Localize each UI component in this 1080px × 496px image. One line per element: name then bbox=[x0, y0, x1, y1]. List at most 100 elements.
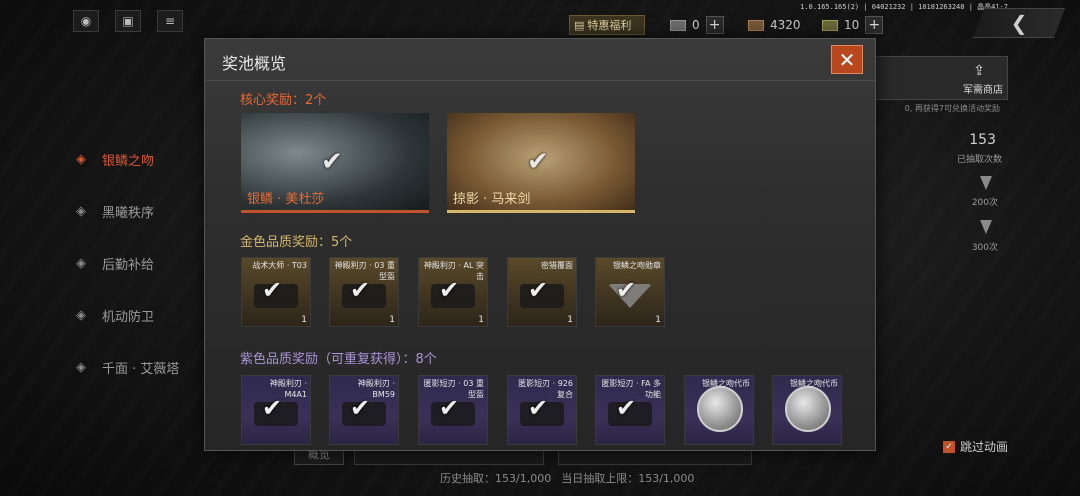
currency-2: 4320 bbox=[748, 16, 801, 34]
draw-stats: 历史抽取：153/1,000 当日抽取上限：153/1,000 bbox=[440, 470, 694, 486]
draw-count: 153 bbox=[969, 132, 996, 148]
milestone-marker-icon bbox=[980, 220, 992, 234]
checkbox-icon: ✓ bbox=[942, 440, 955, 453]
diamond-icon: ◈ bbox=[76, 359, 86, 375]
shop-button[interactable]: ⇪ 军需商店 bbox=[874, 56, 1008, 100]
modal-title: 奖池概览 bbox=[222, 54, 287, 73]
add-currency-3-button[interactable]: + bbox=[865, 16, 884, 34]
core-reward-card[interactable]: ✔ 银鳞 · 美杜莎 bbox=[241, 113, 429, 213]
coin-icon bbox=[748, 19, 764, 31]
token-coin-icon bbox=[785, 386, 831, 432]
share-icon: ⇪ bbox=[973, 63, 985, 79]
diamond-icon: ◈ bbox=[76, 151, 86, 167]
gold-reward-tile[interactable]: 银鳞之吻勋章 ✔ 1 bbox=[595, 257, 665, 327]
ticket-icon bbox=[670, 19, 686, 31]
core-reward-label: 银鳞 · 美杜莎 bbox=[247, 192, 325, 207]
purple-reward-tile[interactable]: 匿影短刃 · 926 复合 ✔ bbox=[507, 375, 577, 445]
item-count: 1 bbox=[301, 315, 307, 325]
game-screen: ◉ ▣ ≡ 1.0.165.165(2) | 04021232 | 101812… bbox=[0, 0, 1080, 496]
core-reward-card[interactable]: ✔ 掠影 · 马来剑 bbox=[447, 113, 635, 213]
currency-1: 0 + bbox=[670, 16, 724, 34]
menu-item-mobile-defense[interactable]: ◈ 机动防卫 bbox=[70, 289, 220, 341]
purple-reward-tile[interactable]: 银鳞之吻代币 bbox=[772, 375, 842, 445]
promo-label: 特惠福利 bbox=[587, 19, 632, 32]
menu-item-black-dawn[interactable]: ◈ 黑曦秩序 bbox=[70, 185, 220, 237]
draw-count-label: 已抽取次数 bbox=[956, 155, 1002, 165]
promo-button[interactable]: ▤ 特惠福利 bbox=[569, 15, 645, 35]
skip-animation-toggle[interactable]: ✓ 跳过动画 bbox=[942, 438, 1008, 455]
menu-item-evita[interactable]: ◈ 千面 · 艾薇塔 bbox=[70, 341, 220, 393]
check-icon: ✔ bbox=[262, 276, 283, 304]
item-count: 1 bbox=[478, 315, 484, 325]
gift-icon: ▤ bbox=[574, 18, 585, 32]
camera-icon[interactable]: ▣ bbox=[115, 10, 141, 32]
token-icon bbox=[822, 19, 838, 31]
history-draws: 历史抽取：153/1,000 bbox=[440, 472, 552, 485]
check-icon: ✔ bbox=[616, 276, 637, 304]
diamond-icon: ◈ bbox=[76, 203, 86, 219]
add-currency-1-button[interactable]: + bbox=[705, 16, 724, 34]
close-button[interactable]: ✕ bbox=[831, 45, 863, 74]
diamond-icon: ◈ bbox=[76, 255, 86, 271]
item-count: 1 bbox=[655, 315, 661, 325]
gold-section-title: 金色品质奖励：5个 bbox=[240, 235, 353, 250]
exchange-note: 0, 再获得7可兑换活动奖励 bbox=[904, 104, 1000, 113]
purple-reward-tile[interactable]: 神殿利刃 · M4A1 ✔ bbox=[241, 375, 311, 445]
purple-section-title: 紫色品质奖励（可重复获得）：8个 bbox=[240, 352, 437, 367]
item-count: 1 bbox=[567, 315, 573, 325]
check-icon: ✔ bbox=[527, 147, 549, 177]
currency-2-value: 4320 bbox=[770, 18, 801, 32]
menu-item-logistics[interactable]: ◈ 后勤补给 bbox=[70, 237, 220, 289]
gold-reward-tile[interactable]: 神殿利刃 · 03 重型盔 ✔ 1 bbox=[329, 257, 399, 327]
currency-3-value: 10 bbox=[844, 18, 860, 32]
currency-3: 10 + bbox=[822, 16, 884, 34]
milestone-300: 300次 bbox=[971, 243, 998, 253]
shop-label: 军需商店 bbox=[963, 85, 1003, 96]
core-reward-label: 掠影 · 马来剑 bbox=[453, 192, 531, 207]
prize-pool-modal: 奖池概览 ✕ 核心奖励：2个 ✔ 银鳞 · 美杜莎 ✔ 掠影 · 马来剑 金色品… bbox=[204, 38, 876, 451]
gold-reward-tile[interactable]: 神殿利刃 · AL 突击 ✔ 1 bbox=[418, 257, 488, 327]
check-icon: ✔ bbox=[350, 276, 371, 304]
menu-item-label: 黑曦秩序 bbox=[102, 205, 155, 221]
purple-reward-tile[interactable]: 银鳞之吻代币 bbox=[684, 375, 754, 445]
left-menu: ◈ 银鳞之吻 ◈ 黑曦秩序 ◈ 后勤补给 ◈ 机动防卫 ◈ 千面 · 艾薇塔 bbox=[70, 133, 220, 393]
back-button[interactable]: ❮ bbox=[973, 8, 1065, 38]
menu-item-label: 后勤补给 bbox=[102, 257, 155, 273]
gold-reward-tile[interactable]: 战术大师 · T03 ✔ 1 bbox=[241, 257, 311, 327]
check-icon: ✔ bbox=[262, 394, 283, 422]
purple-reward-tile[interactable]: 匿影短刃 · FA 多功能 ✔ bbox=[595, 375, 665, 445]
item-count: 1 bbox=[389, 315, 395, 325]
core-section-title: 核心奖励：2个 bbox=[240, 93, 327, 108]
menu-item-silver-kiss[interactable]: ◈ 银鳞之吻 bbox=[70, 133, 220, 185]
menu-item-label: 银鳞之吻 bbox=[102, 153, 155, 169]
diamond-icon: ◈ bbox=[76, 307, 86, 323]
modal-body[interactable]: 核心奖励：2个 ✔ 银鳞 · 美杜莎 ✔ 掠影 · 马来剑 金色品质奖励：5个 … bbox=[205, 81, 875, 451]
item-name: 银鳞之吻勋章 bbox=[613, 261, 661, 270]
rarity-bar bbox=[241, 210, 429, 213]
menu-item-label: 千面 · 艾薇塔 bbox=[102, 361, 180, 377]
check-icon: ✔ bbox=[439, 276, 460, 304]
item-name: 银鳞之吻代币 bbox=[790, 379, 838, 388]
item-name: 银鳞之吻代币 bbox=[702, 379, 750, 388]
gold-reward-tile[interactable]: 密猎覆面 ✔ 1 bbox=[507, 257, 577, 327]
skip-animation-label: 跳过动画 bbox=[959, 440, 1008, 454]
eye-icon[interactable]: ◉ bbox=[73, 10, 99, 32]
check-icon: ✔ bbox=[528, 394, 549, 422]
check-icon: ✔ bbox=[528, 276, 549, 304]
milestone-marker-icon bbox=[980, 176, 992, 190]
currency-1-value: 0 bbox=[692, 18, 700, 32]
purple-reward-tile[interactable]: 神殿利刃 · BM59 ✔ bbox=[329, 375, 399, 445]
item-name: 战术大师 · T03 bbox=[252, 261, 307, 270]
check-icon: ✔ bbox=[616, 394, 637, 422]
daily-draws: 当日抽取上限：153/1,000 bbox=[561, 472, 695, 485]
filter-icon[interactable]: ≡ bbox=[157, 10, 183, 32]
check-icon: ✔ bbox=[439, 394, 460, 422]
modal-header: 奖池概览 ✕ bbox=[205, 39, 875, 81]
purple-reward-tile[interactable]: 匿影短刃 · 03 重型盔 ✔ bbox=[418, 375, 488, 445]
milestone-200: 200次 bbox=[971, 198, 998, 208]
token-coin-icon bbox=[697, 386, 743, 432]
check-icon: ✔ bbox=[321, 147, 343, 177]
check-icon: ✔ bbox=[350, 394, 371, 422]
menu-item-label: 机动防卫 bbox=[102, 309, 155, 325]
item-name: 密猎覆面 bbox=[541, 261, 573, 270]
